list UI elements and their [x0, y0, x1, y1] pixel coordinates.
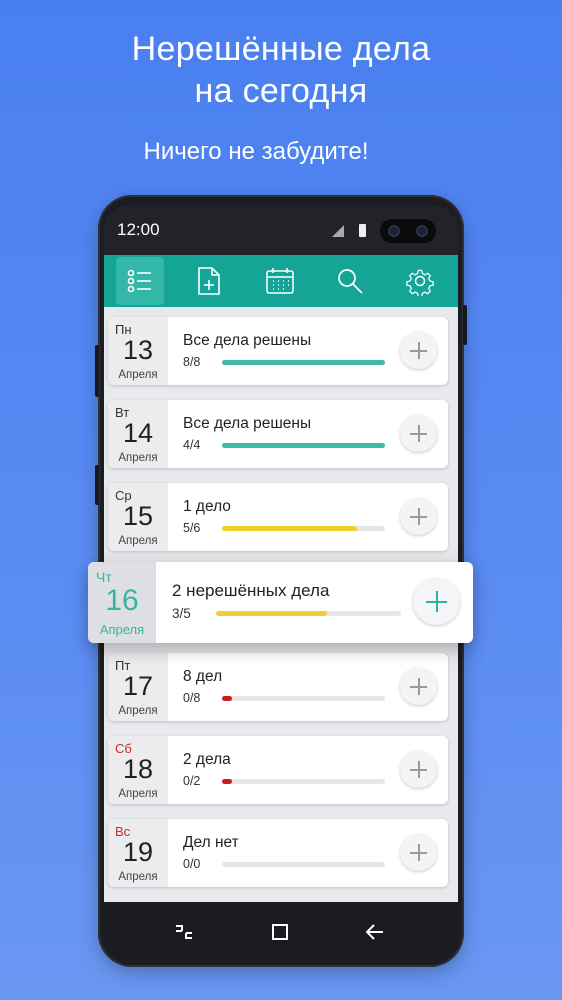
camera-lens-icon [416, 225, 428, 237]
camera-lens-icon [388, 225, 400, 237]
day-status-title: 1 дело [183, 498, 231, 515]
day-number: 14 [122, 418, 154, 448]
progress-track [216, 611, 401, 616]
add-task-button[interactable] [400, 415, 437, 452]
date-box: Вс 19 Апреля [108, 819, 168, 887]
add-task-button[interactable] [400, 332, 437, 369]
day-card-sun[interactable]: Вс 19 Апреля Дел нет 0/0 [108, 819, 448, 887]
month-label: Апреля [118, 788, 158, 800]
day-status-title: Дел нет [183, 834, 239, 851]
toolbar-calendar-button[interactable] [256, 257, 304, 305]
status-bar: 12:00 [104, 205, 458, 255]
day-card-sat[interactable]: Сб 18 Апреля 2 дела 0/2 [108, 736, 448, 804]
day-of-week: Чт [96, 569, 112, 585]
day-card-thu-today[interactable]: Чт 16 Апреля 2 нерешённых дела 3/5 [88, 562, 473, 643]
power-button [463, 305, 467, 345]
month-label: Апреля [118, 452, 158, 464]
date-box: Ср 15 Апреля [108, 483, 168, 551]
home-button[interactable] [262, 914, 298, 950]
day-number: 13 [122, 335, 154, 365]
date-box: Сб 18 Апреля [108, 736, 168, 804]
day-status-title: 2 нерешённых дела [172, 581, 330, 600]
task-count: 4/4 [183, 438, 201, 452]
day-status-title: 8 дел [183, 668, 223, 685]
progress-track [222, 360, 385, 365]
volume-button [95, 345, 99, 397]
day-status-title: 2 дела [183, 751, 231, 768]
date-box: Пт 17 Апреля [108, 653, 168, 721]
task-count: 0/8 [183, 691, 201, 705]
month-label: Апреля [118, 535, 158, 547]
front-camera [380, 219, 436, 243]
side-key [95, 465, 99, 505]
task-count: 5/6 [183, 521, 201, 535]
recent-apps-button[interactable] [166, 914, 202, 950]
day-number: 18 [122, 754, 154, 784]
date-box: Чт 16 Апреля [88, 562, 156, 643]
app-toolbar [104, 255, 458, 307]
task-count: 0/0 [183, 857, 201, 871]
progress-track [222, 696, 385, 701]
progress-track [222, 526, 385, 531]
day-card-fri[interactable]: Пт 17 Апреля 8 дел 0/8 [108, 653, 448, 721]
date-box: Пн 13 Апреля [108, 317, 168, 385]
add-task-button[interactable] [400, 751, 437, 788]
tagline: Ничего не забудите! [143, 138, 369, 165]
progress-track [222, 779, 385, 784]
day-card-wed[interactable]: Ср 15 Апреля 1 дело 5/6 [108, 483, 448, 551]
day-number: 19 [122, 837, 154, 867]
search-icon [338, 269, 363, 294]
day-status-title: Все дела решены [183, 332, 312, 349]
gear-icon [406, 269, 434, 296]
progress-fill [222, 360, 385, 365]
calendar-icon [266, 268, 294, 294]
checklist-icon [127, 269, 151, 293]
progress-fill [222, 779, 232, 784]
status-time: 12:00 [117, 220, 160, 239]
day-card-tue[interactable]: Вт 14 Апреля Все дела решены 4/4 [108, 400, 448, 468]
day-status-title: Все дела решены [183, 415, 312, 432]
progress-fill [216, 611, 327, 616]
progress-track [222, 443, 385, 448]
headline: Нерешённые дела на сегодня [0, 28, 562, 112]
progress-fill [222, 696, 232, 701]
progress-track [222, 862, 385, 867]
task-count: 8/8 [183, 355, 201, 369]
back-button[interactable] [357, 914, 393, 950]
battery-icon [359, 224, 366, 237]
recent-apps-icon [176, 925, 192, 939]
day-number: 15 [122, 501, 154, 531]
headline-line-1: Нерешённые дела [131, 30, 431, 68]
progress-fill [222, 526, 358, 531]
toolbar-search-button[interactable] [326, 257, 374, 305]
toolbar-settings-button[interactable] [396, 257, 444, 305]
add-task-button[interactable] [400, 668, 437, 705]
day-number: 17 [122, 671, 154, 701]
month-label: Апреля [118, 369, 158, 381]
month-label: Апреля [118, 705, 158, 717]
progress-fill [222, 443, 385, 448]
date-box: Вт 14 Апреля [108, 400, 168, 468]
month-label: Апреля [118, 871, 158, 883]
home-icon [272, 924, 288, 940]
toolbar-add-note-button[interactable] [185, 257, 233, 305]
add-task-button[interactable] [413, 578, 460, 625]
task-count: 3/5 [172, 606, 191, 621]
add-task-button[interactable] [400, 834, 437, 871]
day-number: 16 [105, 584, 139, 617]
system-nav-bar [104, 902, 458, 960]
month-label: Апреля [99, 622, 145, 637]
day-card-mon[interactable]: Пн 13 Апреля Все дела решены 8/8 [108, 317, 448, 385]
add-task-button[interactable] [400, 498, 437, 535]
add-note-icon [198, 267, 220, 295]
task-count: 0/2 [183, 774, 201, 788]
back-icon [365, 924, 383, 940]
signal-icon [332, 225, 344, 237]
toolbar-checklist-button[interactable] [116, 257, 164, 305]
headline-line-2: на сегодня [194, 72, 368, 110]
